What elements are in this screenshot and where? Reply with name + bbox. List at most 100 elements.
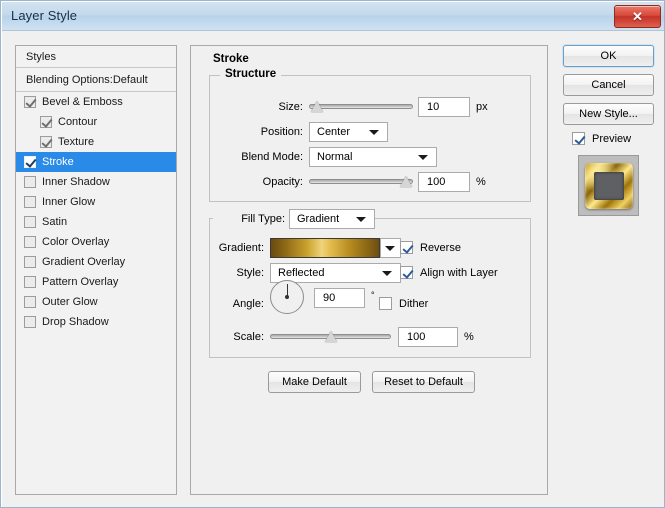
- checkbox-satin[interactable]: [24, 216, 36, 228]
- checkbox-drop-shadow[interactable]: [24, 316, 36, 328]
- window-title: Layer Style: [11, 8, 78, 23]
- preview-checkbox-row[interactable]: Preview: [572, 132, 631, 145]
- style-preview-thumbnail: [578, 155, 639, 216]
- effect-label: Contour: [58, 116, 98, 128]
- position-value: Center: [317, 126, 351, 138]
- effect-row-drop-shadow[interactable]: Drop Shadow: [16, 312, 176, 332]
- effect-label: Inner Shadow: [42, 176, 110, 188]
- effect-label: Color Overlay: [42, 236, 110, 248]
- effect-label: Texture: [58, 136, 95, 148]
- effect-row-inner-shadow[interactable]: Inner Shadow: [16, 172, 176, 192]
- reverse-checkbox-row[interactable]: Reverse: [400, 241, 461, 254]
- styles-list-panel: Styles Blending Options:Default Bevel & …: [15, 45, 177, 495]
- make-default-button[interactable]: Make Default: [268, 371, 361, 393]
- checkbox-gradient-overlay[interactable]: [24, 256, 36, 268]
- blend-mode-dropdown[interactable]: Normal: [309, 147, 437, 167]
- angle-label: Angle:: [232, 298, 264, 310]
- close-icon: ✕: [632, 9, 643, 24]
- preview-artwork: [584, 162, 633, 209]
- size-slider-thumb[interactable]: [311, 101, 323, 112]
- gradient-swatch[interactable]: [270, 238, 380, 258]
- fill-type-label: Fill Type:: [213, 213, 289, 225]
- checkbox-outer-glow[interactable]: [24, 296, 36, 308]
- effect-row-color-overlay[interactable]: Color Overlay: [16, 232, 176, 252]
- angle-dial[interactable]: [270, 280, 304, 314]
- angle-dial-hub: [285, 295, 289, 299]
- title-bar: Layer Style ✕: [2, 2, 664, 31]
- checkbox-inner-shadow[interactable]: [24, 176, 36, 188]
- scale-slider-thumb[interactable]: [325, 331, 337, 342]
- effect-label: Outer Glow: [42, 296, 98, 308]
- align-with-layer-checkbox-row[interactable]: Align with Layer: [400, 266, 498, 279]
- dither-checkbox-row[interactable]: Dither: [379, 297, 428, 310]
- effect-row-contour[interactable]: Contour: [16, 112, 176, 132]
- blend-mode-label: Blend Mode:: [241, 151, 303, 163]
- chevron-down-icon: [356, 217, 366, 222]
- angle-unit: °: [371, 290, 375, 300]
- effect-row-pattern-overlay[interactable]: Pattern Overlay: [16, 272, 176, 292]
- size-input[interactable]: 10: [418, 97, 470, 117]
- gradient-label: Gradient:: [218, 242, 264, 254]
- effect-row-gradient-overlay[interactable]: Gradient Overlay: [16, 252, 176, 272]
- align-with-layer-label: Align with Layer: [420, 266, 498, 279]
- size-label: Size:: [278, 101, 303, 113]
- checkbox-color-overlay[interactable]: [24, 236, 36, 248]
- gradient-style-label: Style:: [236, 267, 264, 279]
- scale-unit: %: [464, 331, 474, 343]
- layer-style-dialog: Layer Style ✕ Styles Blending Options:De…: [0, 0, 665, 508]
- effect-row-inner-glow[interactable]: Inner Glow: [16, 192, 176, 212]
- opacity-slider-thumb[interactable]: [400, 176, 412, 187]
- effect-label: Stroke: [42, 156, 74, 168]
- chevron-down-icon: [369, 130, 379, 135]
- dialog-client-area: Styles Blending Options:Default Bevel & …: [2, 31, 664, 507]
- opacity-label: Opacity:: [262, 176, 303, 188]
- effect-row-stroke[interactable]: Stroke: [16, 152, 176, 172]
- effect-label: Drop Shadow: [42, 316, 109, 328]
- chevron-down-icon: [418, 155, 428, 160]
- effect-row-texture[interactable]: Texture: [16, 132, 176, 152]
- position-label: Position:: [260, 126, 303, 138]
- angle-input[interactable]: 90: [314, 288, 365, 308]
- effect-label: Bevel & Emboss: [42, 96, 123, 108]
- reset-to-default-button[interactable]: Reset to Default: [372, 371, 475, 393]
- checkbox-preview[interactable]: [572, 132, 585, 145]
- checkbox-bevel-emboss[interactable]: [24, 96, 36, 108]
- gradient-style-value: Reflected: [278, 267, 325, 279]
- cancel-button[interactable]: Cancel: [563, 74, 654, 96]
- checkbox-stroke[interactable]: [24, 156, 36, 168]
- effect-label: Pattern Overlay: [42, 276, 119, 288]
- effect-row-outer-glow[interactable]: Outer Glow: [16, 292, 176, 312]
- effect-label: Inner Glow: [42, 196, 96, 208]
- checkbox-contour[interactable]: [40, 116, 52, 128]
- opacity-input[interactable]: 100: [418, 172, 470, 192]
- blending-options-row[interactable]: Blending Options:Default: [16, 68, 176, 92]
- checkbox-texture[interactable]: [40, 136, 52, 148]
- checkbox-align-with-layer[interactable]: [400, 266, 413, 279]
- checkbox-dither[interactable]: [379, 297, 392, 310]
- stroke-options-panel: Stroke Structure Size: 10 px Position: C…: [190, 45, 548, 495]
- size-slider-track[interactable]: [309, 104, 413, 109]
- effect-label: Gradient Overlay: [42, 256, 126, 268]
- gradient-preset-dropdown[interactable]: [380, 238, 401, 258]
- fill-type-dropdown[interactable]: Gradient: [289, 209, 375, 229]
- size-slider[interactable]: [309, 98, 413, 115]
- opacity-slider[interactable]: [309, 173, 413, 190]
- position-dropdown[interactable]: Center: [309, 122, 388, 142]
- opacity-unit: %: [476, 176, 486, 188]
- scale-slider[interactable]: [270, 328, 391, 345]
- new-style-button[interactable]: New Style...: [563, 103, 654, 125]
- effect-row-satin[interactable]: Satin: [16, 212, 176, 232]
- effect-row-bevel-emboss[interactable]: Bevel & Emboss: [16, 92, 176, 112]
- structure-title: Structure: [220, 68, 282, 80]
- ok-button[interactable]: OK: [563, 45, 654, 67]
- opacity-slider-track[interactable]: [309, 179, 413, 184]
- styles-header: Styles: [16, 46, 176, 68]
- chevron-down-icon: [382, 271, 392, 276]
- checkbox-pattern-overlay[interactable]: [24, 276, 36, 288]
- checkbox-inner-glow[interactable]: [24, 196, 36, 208]
- fill-type-value: Gradient: [297, 213, 340, 225]
- scale-input[interactable]: 100: [398, 327, 458, 347]
- preview-label: Preview: [592, 132, 632, 145]
- checkbox-reverse[interactable]: [400, 241, 413, 254]
- close-button[interactable]: ✕: [614, 5, 661, 28]
